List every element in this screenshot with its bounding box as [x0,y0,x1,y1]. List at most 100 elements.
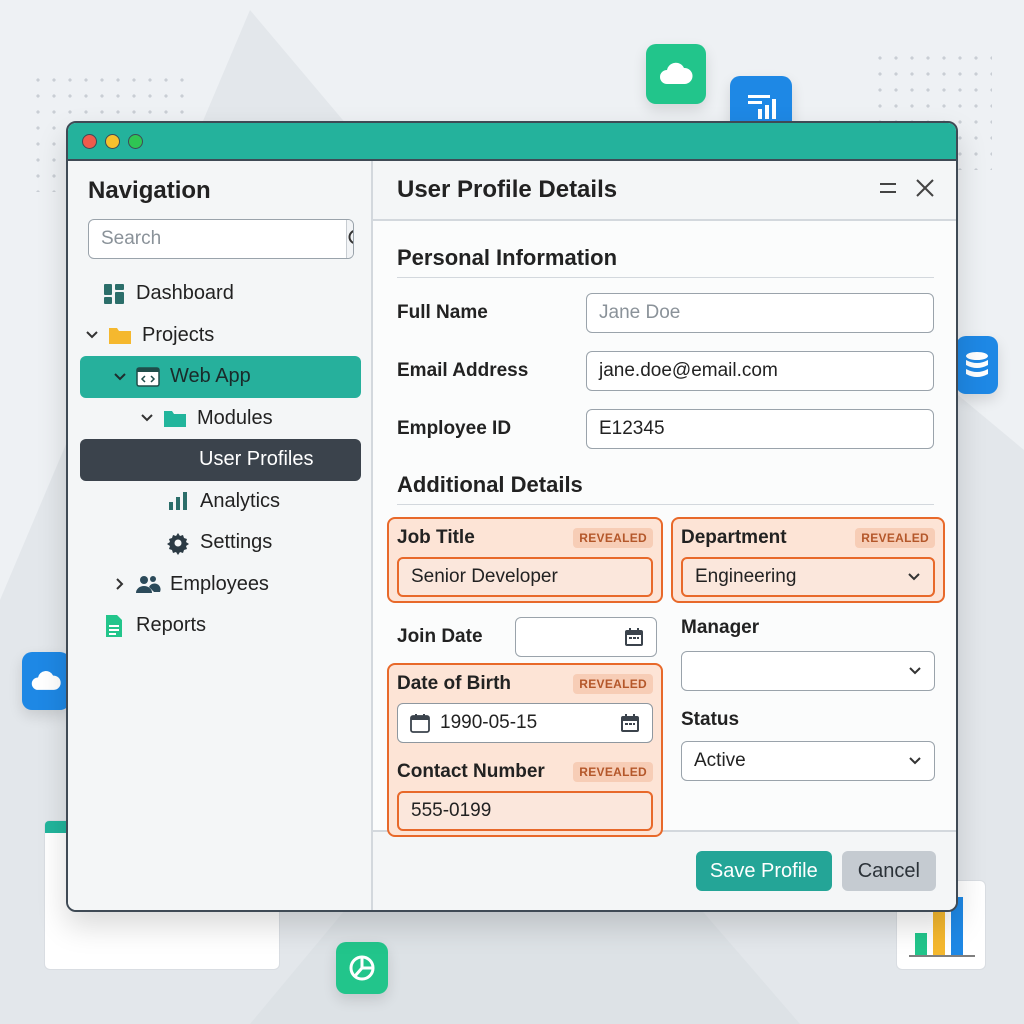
contact-value: 555-0199 [411,800,492,821]
cancel-button[interactable]: Cancel [841,851,936,891]
close-icon[interactable] [914,177,936,204]
sidebar-item-label: Web App [170,365,251,388]
search-icon [348,230,353,244]
chevron-down-icon[interactable] [137,413,157,423]
status-block: Status Active [681,709,935,781]
sidebar-item-label: Reports [136,614,207,637]
dob-label: Date of Birth [397,673,511,694]
contact-label: Contact Number [397,761,545,782]
join-date-block: Join Date [397,617,657,657]
revealed-badge: REVEALED [855,528,935,548]
pie-chart-app-icon [336,942,388,994]
manager-select[interactable] [681,651,935,691]
job-title-block: Job Title REVEALED Senior Developer [387,517,663,603]
panel-header: User Profile Details [373,161,956,221]
section-title-additional: Additional Details [397,472,934,505]
sidebar-item-web-app[interactable]: Web App [80,356,361,398]
full-name-label: Full Name [397,302,488,323]
email-row: Email Address jane.doe@email.com [397,342,934,400]
minimize-window-button[interactable] [105,133,120,149]
revealed-badge: REVEALED [573,762,653,782]
users-icon [134,574,162,594]
employee-id-row: Employee ID E12345 [397,400,934,458]
sidebar-item-user-profiles[interactable]: User Profiles [80,439,361,481]
sidebar-item-label: Employees [170,572,269,595]
profile-panel: User Profile Details Personal Informatio… [373,161,956,910]
contact-field[interactable]: 555-0199 [397,791,653,831]
sidebar-item-label: Modules [197,406,273,429]
panel-footer: Save Profile Cancel [373,830,956,910]
revealed-badge: REVEALED [573,674,653,694]
window-titlebar [68,123,956,161]
job-title-value: Senior Developer [411,566,558,587]
menu-icon[interactable] [878,181,898,200]
department-value: Engineering [695,566,797,587]
department-label: Department [681,527,787,548]
manager-block: Manager [681,617,935,691]
sidebar-item-label: Dashboard [136,282,234,305]
sidebar-title: Navigation [88,177,211,204]
dashboard-icon [100,283,128,305]
search-box [88,219,354,259]
department-block: Department REVEALED Engineering [671,517,945,603]
sidebar-item-label: Analytics [200,489,281,512]
manager-label: Manager [681,617,760,638]
search-input[interactable] [89,220,346,258]
full-name-row: Full Name Jane Doe [397,284,934,342]
chevron-down-icon [908,573,920,581]
status-select[interactable]: Active [681,741,935,781]
join-date-label: Join Date [397,626,483,647]
sidebar-item-label: Settings [200,531,273,554]
sidebar-item-reports[interactable]: Reports [80,605,361,647]
email-field[interactable]: jane.doe@email.com [586,351,934,391]
sidebar-item-projects[interactable]: Projects [80,315,361,357]
department-select[interactable]: Engineering [681,557,935,597]
document-icon [100,614,128,638]
chevron-down-icon [909,757,921,765]
sidebar-item-employees[interactable]: Employees [80,564,361,606]
revealed-badge: REVEALED [573,528,653,548]
save-profile-button[interactable]: Save Profile [695,851,832,891]
maximize-window-button[interactable] [128,133,143,149]
calendar-icon[interactable] [620,713,640,733]
folder-icon [106,325,134,345]
chevron-down-icon [909,667,921,675]
chevron-down-icon[interactable] [82,330,102,340]
code-window-icon [134,367,162,387]
job-title-field[interactable]: Senior Developer [397,557,653,597]
navigation-sidebar: Navigation Dashboard [68,161,373,910]
status-value: Active [694,750,746,771]
employee-id-field[interactable]: E12345 [586,409,934,449]
database-app-icon [956,336,998,394]
sidebar-item-label: User Profiles [199,448,314,471]
sidebar-item-analytics[interactable]: Analytics [80,481,361,523]
chevron-down-icon[interactable] [110,372,130,382]
close-window-button[interactable] [82,133,97,149]
join-date-field[interactable] [515,617,657,657]
folder-icon [161,408,189,428]
search-button[interactable] [346,220,353,258]
sidebar-item-modules[interactable]: Modules [80,398,361,440]
employee-id-label: Employee ID [397,418,512,439]
app-window: Navigation Dashboard [66,121,958,912]
job-title-label: Job Title [397,527,475,548]
cloud-app-icon [646,44,706,104]
sidebar-item-settings[interactable]: Settings [80,522,361,564]
chevron-right-icon[interactable] [110,577,130,591]
calendar-icon [410,714,430,733]
status-label: Status [681,709,740,730]
gear-icon [164,531,192,555]
sidebar-item-dashboard[interactable]: Dashboard [80,273,361,315]
section-title-personal: Personal Information [397,245,934,278]
calendar-icon[interactable] [624,627,644,647]
email-label: Email Address [397,360,529,381]
full-name-field[interactable]: Jane Doe [586,293,934,333]
dob-field[interactable]: 1990-05-15 [397,703,653,743]
navigation-tree: Dashboard Projects Web App Modules User … [80,273,361,647]
page-title: User Profile Details [397,176,618,203]
sidebar-item-label: Projects [142,323,215,346]
dob-value: 1990-05-15 [440,712,538,733]
bar-chart-icon [164,491,192,511]
profile-form: Personal Information Full Name Jane Doe … [373,221,956,837]
dob-contact-block: Date of Birth REVEALED 1990-05-15 Contac… [387,663,663,837]
